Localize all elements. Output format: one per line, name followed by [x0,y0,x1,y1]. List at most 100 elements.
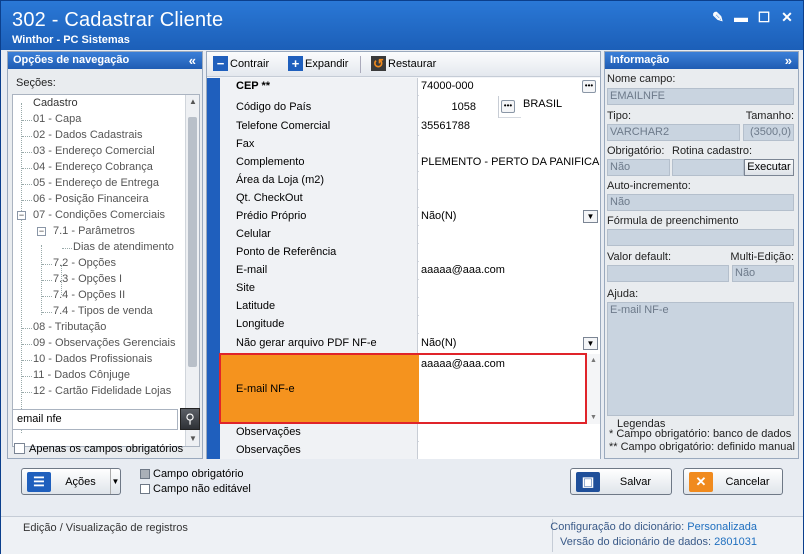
field-row[interactable]: Ponto de Referência [220,244,600,262]
required-legend-label: Campo obrigatório [153,468,244,480]
cancel-label: Cancelar [725,475,770,488]
tree-collapse-toggle[interactable]: − [37,227,46,236]
field-row[interactable]: Complemento PLEMENTO - PERTO DA PANIFICA… [220,154,600,172]
field-select[interactable]: Não(N) [419,208,600,226]
field-row[interactable]: Fax [220,136,600,154]
collapse-right-icon[interactable]: » [785,52,792,69]
minimize-icon[interactable]: ▬ [733,10,749,25]
field-row[interactable]: Latitude [220,298,600,316]
field-value[interactable] [419,298,600,316]
tree-item[interactable]: 04 - Endereço Cobrança [33,161,153,173]
country-lookup-button[interactable]: ••• [501,100,515,113]
field-value[interactable]: aaaaa@aaa.com [419,262,600,280]
chevron-down-icon[interactable]: ▼ [110,469,120,494]
plus-icon: + [288,56,303,71]
dropdown-arrow-icon[interactable]: ▼ [583,210,598,223]
tree-item[interactable]: 10 - Dados Profissionais [33,353,152,365]
tree-item[interactable]: 02 - Dados Cadastrais [33,129,142,141]
tree-item[interactable]: 7.1 - Parâmetros [53,225,135,237]
tree-item[interactable]: 7.4 - Opções II [53,289,125,301]
field-row[interactable]: Área da Loja (m2) [220,172,600,190]
field-value[interactable] [419,316,600,334]
tree-item[interactable]: 09 - Observações Gerenciais [33,337,175,349]
tree-item[interactable]: 01 - Capa [33,113,81,125]
field-label: Longitude [220,316,418,334]
dropdown-arrow-icon[interactable]: ▼ [583,337,598,350]
actions-button[interactable]: ☰ Ações ▼ [21,468,121,495]
lookup-button[interactable]: ••• [582,80,596,93]
field-value[interactable] [419,280,600,298]
field-label: Telefone Comercial [220,118,418,136]
tree-item[interactable]: 7.2 - Opções [53,257,116,269]
default-value [607,265,729,282]
tree-item[interactable]: 08 - Tributação [33,321,106,333]
tree-item[interactable]: 7.4 - Tipos de venda [53,305,153,317]
maximize-icon[interactable]: ☐ [756,10,772,25]
field-value[interactable] [419,190,600,208]
field-value[interactable]: 74000-000 [419,78,600,96]
scroll-down-icon[interactable]: ▼ [186,432,199,446]
search-button[interactable]: ⚲ [180,408,200,430]
execute-button[interactable]: Executar [744,159,794,176]
tree-item[interactable]: 06 - Posição Financeira [33,193,149,205]
field-value[interactable]: 35561788 [419,118,600,136]
field-label: Observações [220,424,418,442]
expand-button[interactable]: + Expandir [288,56,348,71]
country-code-input[interactable]: 1058 [419,96,499,118]
save-icon: ▣ [576,471,600,492]
scroll-up-icon[interactable]: ▲ [186,95,199,109]
action-bar: ☰ Ações ▼ Campo obrigatório Campo não ed… [1,461,803,516]
field-row[interactable]: Celular [220,226,600,244]
tree-item[interactable]: Cadastro [33,97,78,109]
field-select[interactable]: Não(N) [419,334,600,354]
search-input[interactable]: email nfe [12,409,178,430]
field-row[interactable]: Longitude [220,316,600,334]
tree-collapse-toggle[interactable]: − [17,211,26,220]
field-row[interactable]: Código do País 1058 ••• BRASIL [220,96,600,118]
edit-window-icon[interactable]: ✎ [710,10,726,25]
tree-item[interactable]: 07 - Condições Comerciais [33,209,165,221]
tree-item[interactable]: 03 - Endereço Comercial [33,145,155,157]
save-label: Salvar [619,475,652,488]
save-button[interactable]: ▣ Salvar [570,468,672,495]
tree-item[interactable]: 12 - Cartão Fidelidade Lojas [33,385,171,397]
field-row[interactable]: Observações [220,424,600,442]
only-required-checkbox[interactable] [14,443,25,454]
collapse-left-icon[interactable]: « [189,52,196,69]
field-value[interactable] [419,226,600,244]
field-row[interactable]: Qt. CheckOut [220,190,600,208]
close-icon[interactable]: ✕ [779,10,795,25]
routine-value [672,159,744,176]
title-bar: 302 - Cadastrar Cliente Winthor - PC Sis… [1,1,803,50]
tree-item[interactable]: 11 - Dados Cônjuge [33,369,130,381]
field-value[interactable] [419,424,600,442]
cancel-button[interactable]: ✕ Cancelar [683,468,783,495]
tree-scrollbar[interactable]: ▲ ▼ [185,95,199,446]
field-value[interactable] [419,172,600,190]
field-row[interactable]: CEP ** 74000-000 ••• [220,78,600,96]
main-window: 302 - Cadastrar Cliente Winthor - PC Sis… [0,0,804,554]
field-row[interactable]: Não gerar arquivo PDF NF-e Não(N) ▼ [220,334,600,354]
field-value[interactable]: PLEMENTO - PERTO DA PANIFICAI [419,154,600,172]
tree-item[interactable]: Dias de atendimento [73,241,174,253]
fields-toolbar: − Contrair + Expandir ↺ Restaurar [207,52,600,77]
tree-item[interactable]: 7.3 - Opções I [53,273,122,285]
field-row[interactable]: Site [220,280,600,298]
field-name-value: EMAILNFE [607,88,794,105]
field-value[interactable] [419,244,600,262]
tree-item[interactable]: 05 - Endereço de Entrega [33,177,159,189]
field-value[interactable] [419,442,600,459]
collapse-button[interactable]: − Contrair [213,56,269,71]
scroll-down-icon[interactable]: ▼ [586,414,600,421]
field-row[interactable]: Prédio Próprio Não(N) ▼ [220,208,600,226]
scroll-up-icon[interactable]: ▲ [586,357,600,364]
field-row[interactable]: E-mail aaaaa@aaa.com [220,262,600,280]
field-row[interactable]: Observações [220,442,600,459]
email-nfe-scrollbar[interactable]: ▲ ▼ [585,354,600,424]
navigation-header: Opções de navegação « [8,52,202,69]
field-value[interactable] [419,136,600,154]
restore-button[interactable]: ↺ Restaurar [371,56,436,71]
sections-tree[interactable]: Cadastro 01 - Capa 02 - Dados Cadastrais… [12,94,200,447]
scrollbar-thumb[interactable] [188,117,197,367]
field-row[interactable]: Telefone Comercial 35561788 [220,118,600,136]
